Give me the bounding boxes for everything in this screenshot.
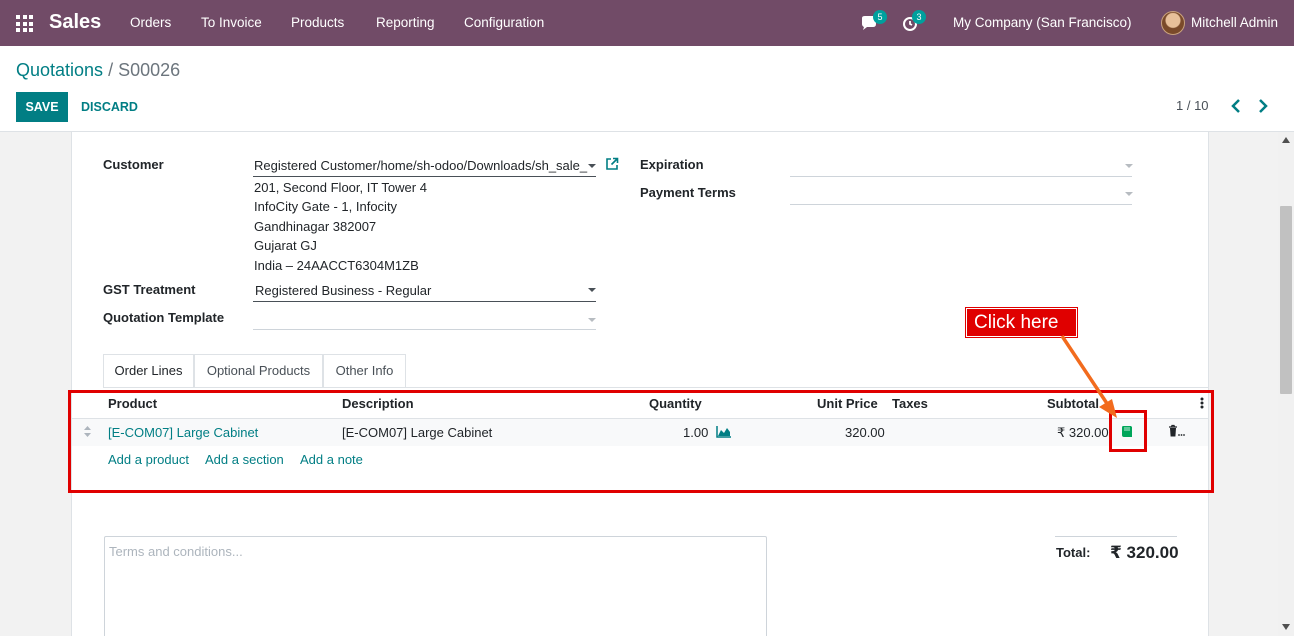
row-product[interactable]: [E-COM07] Large Cabinet: [108, 425, 258, 440]
address-line-2: InfoCity Gate - 1, Infocity: [254, 199, 398, 214]
gst-treatment-select[interactable]: Registered Business - Regular: [255, 283, 575, 298]
add-section-link[interactable]: Add a section: [205, 452, 284, 467]
tab-divider: [103, 387, 1209, 388]
payment-terms-label: Payment Terms: [640, 185, 736, 200]
customer-underline: [253, 176, 596, 177]
total-amount: ₹ 320.00: [1110, 543, 1179, 562]
breadcrumb-separator: /: [108, 60, 114, 80]
discard-button[interactable]: DISCARD: [81, 92, 138, 122]
column-unit-price[interactable]: Unit Price: [817, 396, 878, 411]
address-line-4: Gujarat GJ: [254, 238, 317, 253]
template-underline: [253, 329, 596, 330]
scroll-up-icon[interactable]: [1282, 137, 1290, 143]
terms-placeholder: Terms and conditions...: [109, 544, 243, 559]
breadcrumb: Quotations / S00026: [16, 60, 180, 81]
row-description[interactable]: [E-COM07] Large Cabinet: [342, 425, 492, 440]
apps-menu-icon[interactable]: [16, 15, 33, 32]
click-here-callout: Click here: [966, 308, 1077, 337]
company-switcher[interactable]: My Company (San Francisco): [953, 15, 1132, 30]
expiration-label: Expiration: [640, 157, 704, 172]
menu-orders[interactable]: Orders: [130, 15, 171, 30]
tab-order-lines[interactable]: Order Lines: [103, 354, 194, 388]
column-taxes[interactable]: Taxes: [892, 396, 928, 411]
column-product[interactable]: Product: [108, 396, 157, 411]
menu-configuration[interactable]: Configuration: [464, 15, 544, 30]
tab-optional-products[interactable]: Optional Products: [194, 354, 323, 387]
forecast-chart-icon[interactable]: [716, 425, 732, 438]
gst-underline: [253, 301, 596, 302]
control-panel: Quotations / S00026 SAVE DISCARD 1 / 10: [0, 46, 1294, 132]
customer-label: Customer: [103, 157, 164, 172]
expiration-field[interactable]: [790, 176, 1132, 177]
activities-badge: 3: [912, 10, 926, 24]
pager-previous-icon[interactable]: [1229, 97, 1243, 115]
app-title[interactable]: Sales: [49, 11, 101, 34]
save-button[interactable]: SAVE: [16, 92, 68, 122]
address-line-3: Gandhinagar 382007: [254, 219, 377, 234]
total-label: Total:: [1056, 545, 1091, 560]
top-navbar: Sales Orders To Invoice Products Reporti…: [0, 0, 1294, 46]
pager-next-icon[interactable]: [1256, 97, 1270, 115]
pager-value[interactable]: 1 / 10: [1176, 98, 1209, 113]
delete-trash-icon[interactable]: [1167, 424, 1185, 438]
gst-dropdown-icon[interactable]: [588, 288, 596, 292]
menu-to-invoice[interactable]: To Invoice: [201, 15, 262, 30]
column-description[interactable]: Description: [342, 396, 414, 411]
customer-dropdown-icon[interactable]: [588, 164, 596, 168]
terms-and-conditions-input[interactable]: Terms and conditions...: [104, 536, 767, 636]
form-sheet: Customer Registered Customer/home/sh-odo…: [71, 132, 1209, 636]
expiration-dropdown-icon[interactable]: [1125, 164, 1133, 168]
book-icon[interactable]: [1121, 425, 1133, 438]
gst-treatment-label: GST Treatment: [103, 282, 196, 297]
payment-terms-dropdown-icon[interactable]: [1125, 192, 1133, 196]
payment-terms-field[interactable]: [790, 204, 1132, 205]
scrollbar-thumb[interactable]: [1280, 206, 1292, 394]
total-divider: [1055, 536, 1177, 537]
row-unit-price[interactable]: 320.00: [845, 425, 885, 440]
address-line-5: India – 24AACCT6304M1ZB: [254, 258, 419, 273]
address-line-1: 201, Second Floor, IT Tower 4: [254, 180, 427, 195]
template-dropdown-icon[interactable]: [588, 318, 596, 322]
page-scrollbar[interactable]: [1278, 132, 1294, 636]
external-link-icon[interactable]: [605, 157, 619, 171]
tab-other-info[interactable]: Other Info: [323, 354, 406, 387]
add-note-link[interactable]: Add a note: [300, 452, 363, 467]
optional-columns-icon[interactable]: [1199, 396, 1205, 410]
drag-handle-icon[interactable]: [83, 425, 92, 438]
menu-products[interactable]: Products: [291, 15, 344, 30]
row-quantity[interactable]: 1.00: [683, 425, 708, 440]
customer-field[interactable]: Registered Customer/home/sh-odoo/Downloa…: [254, 158, 588, 173]
scroll-down-icon[interactable]: [1282, 624, 1290, 630]
menu-reporting[interactable]: Reporting: [376, 15, 435, 30]
column-subtotal[interactable]: Subtotal: [1047, 396, 1099, 411]
breadcrumb-quotations[interactable]: Quotations: [16, 60, 103, 80]
messages-badge: 5: [873, 10, 887, 24]
add-product-link[interactable]: Add a product: [108, 452, 189, 467]
user-avatar[interactable]: [1161, 11, 1185, 35]
user-menu[interactable]: Mitchell Admin: [1191, 15, 1278, 30]
quotation-template-label: Quotation Template: [103, 310, 225, 325]
breadcrumb-current: S00026: [118, 60, 181, 80]
row-subtotal: ₹ 320.00: [1057, 425, 1109, 440]
column-quantity[interactable]: Quantity: [649, 396, 702, 411]
